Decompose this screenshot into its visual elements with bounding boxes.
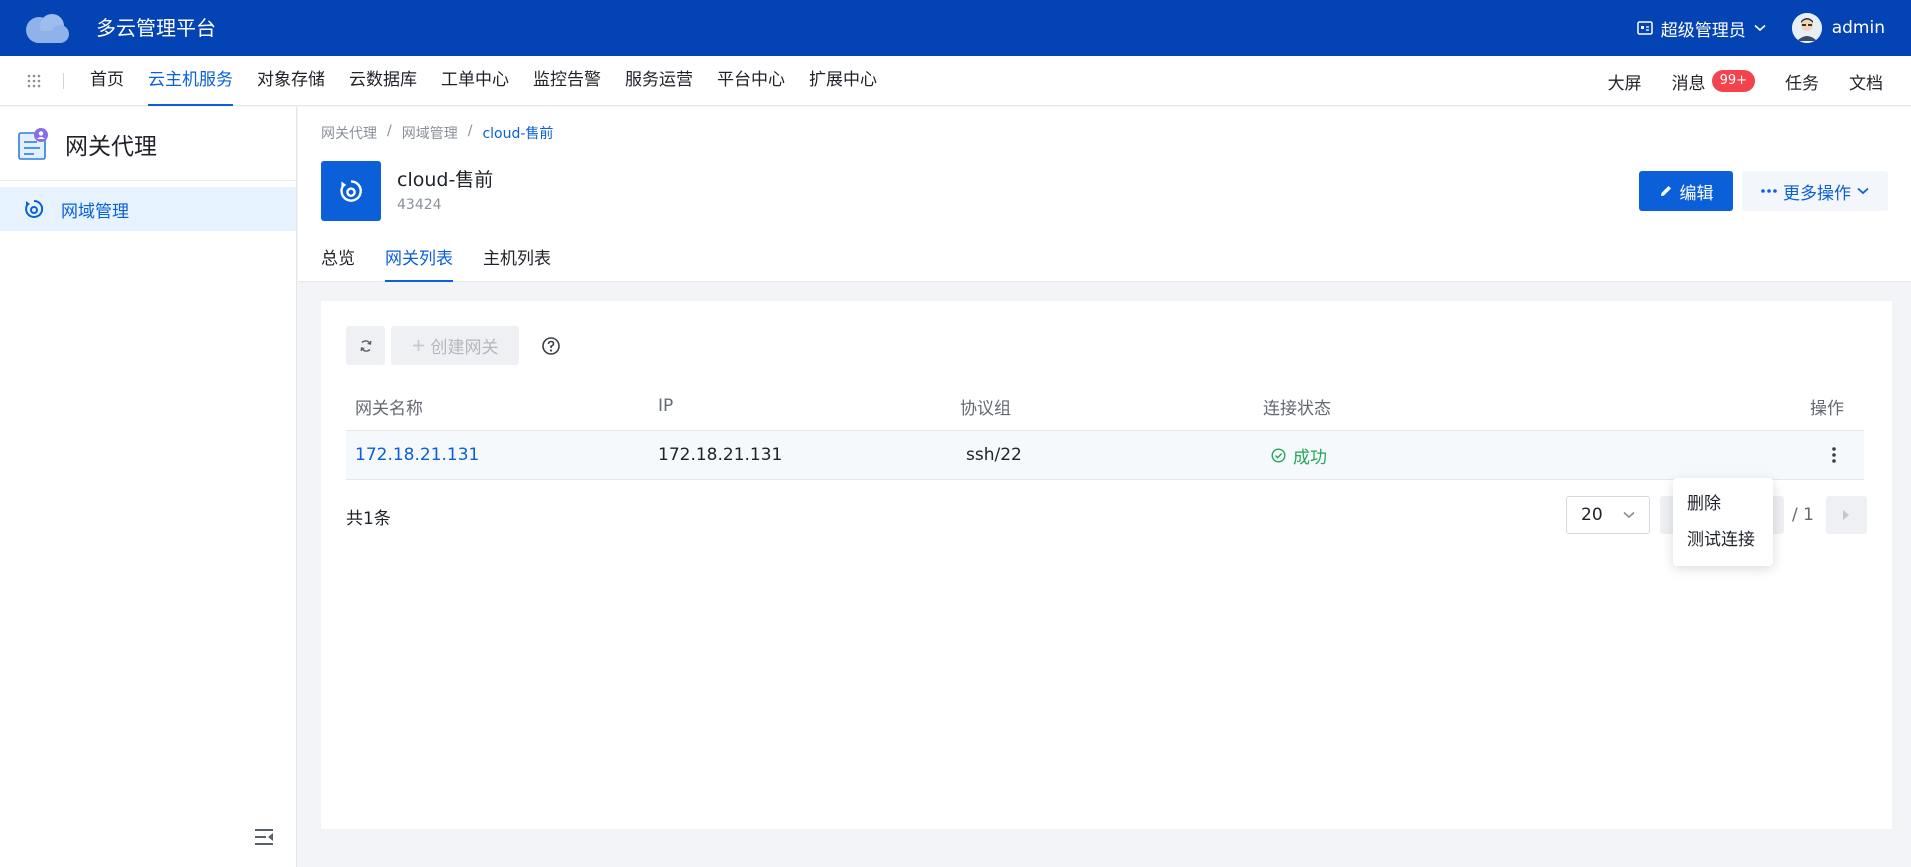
page-total: / 1 [1792, 505, 1814, 525]
resource-name: cloud-售前 [397, 169, 494, 191]
gateway-protocol: ssh/22 [966, 445, 1022, 465]
breadcrumb-domain-management[interactable]: 网域管理 [402, 123, 458, 143]
nav-link-messages[interactable]: 消息 99+ [1672, 69, 1755, 94]
messages-label: 消息 [1671, 73, 1706, 94]
toolbar: 创建网关 [346, 326, 561, 365]
more-actions-label: 更多操作 [1783, 183, 1851, 204]
tab-gateway-list[interactable]: 网关列表 [385, 248, 453, 282]
edit-button[interactable]: 编辑 [1639, 171, 1733, 211]
chevron-down-icon [1857, 187, 1869, 195]
id-card-icon [1636, 21, 1653, 35]
user-menu[interactable]: admin [1791, 13, 1885, 43]
table-header: 网关名称 IP 协议组 连接状态 操作 [346, 382, 1864, 431]
nav-link-tasks[interactable]: 任务 [1785, 69, 1819, 94]
page-size-value: 20 [1581, 505, 1603, 525]
nav-item-ticket-center[interactable]: 工单中心 [429, 56, 521, 106]
sidebar-header: 网关代理 [0, 107, 296, 181]
sidebar-item-domain-management[interactable]: 网域管理 [0, 187, 296, 231]
status-text: 成功 [1293, 447, 1327, 468]
top-bar: 多云管理平台 超级管理员 admin [0, 0, 1911, 56]
avatar [1791, 13, 1822, 43]
nav-item-object-storage[interactable]: 对象存储 [245, 56, 337, 106]
check-circle-icon [1271, 447, 1286, 463]
status-badge: 成功 [1271, 443, 1704, 468]
nav-item-home[interactable]: 首页 [78, 56, 136, 106]
tab-bar: 总览 网关列表 主机列表 [321, 248, 551, 282]
nav-item-cloud-host[interactable]: 云主机服务 [136, 56, 245, 106]
breadcrumb-separator: / [387, 123, 392, 139]
refresh-icon [360, 339, 371, 352]
gateway-name-link[interactable]: 172.18.21.131 [355, 445, 479, 465]
main-nav: 首页 云主机服务 对象存储 云数据库 工单中心 监控告警 服务运营 平台中心 扩… [0, 56, 1911, 106]
sidebar: 网关代理 网域管理 [0, 107, 297, 867]
role-label: 超级管理员 [1660, 20, 1746, 41]
nav-item-service-ops[interactable]: 服务运营 [613, 56, 705, 106]
refresh-button[interactable] [346, 326, 385, 365]
domain-rotate-icon [25, 199, 44, 218]
more-dots-icon [1761, 189, 1777, 193]
table-row: 172.18.21.131 172.18.21.131 ssh/22 成功 [346, 431, 1864, 480]
gateway-proxy-icon [18, 127, 48, 160]
sidebar-item-label: 网域管理 [61, 201, 129, 222]
cloud-logo-icon[interactable] [22, 9, 72, 47]
gateway-table: 网关名称 IP 协议组 连接状态 操作 172.18.21.131 172.18… [346, 382, 1864, 480]
tab-host-list[interactable]: 主机列表 [483, 248, 551, 282]
sidebar-title: 网关代理 [65, 133, 157, 160]
edit-label: 编辑 [1679, 183, 1714, 204]
more-actions-button[interactable]: 更多操作 [1742, 171, 1888, 211]
row-actions-kebab-icon[interactable] [1824, 444, 1844, 466]
next-page-button[interactable] [1825, 496, 1867, 534]
gateway-ip: 172.18.21.131 [658, 445, 783, 465]
nav-link-docs[interactable]: 文档 [1849, 69, 1883, 94]
chevron-down-icon [1623, 511, 1635, 519]
total-count: 共1条 [346, 509, 391, 529]
help-icon[interactable] [541, 336, 561, 356]
create-gateway-label: 创建网关 [430, 338, 499, 358]
role-switcher[interactable]: 超级管理员 [1636, 16, 1766, 41]
create-gateway-button[interactable]: 创建网关 [391, 326, 519, 365]
menu-item-delete[interactable]: 删除 [1673, 486, 1773, 522]
app-title: 多云管理平台 [96, 16, 216, 40]
breadcrumb-separator: / [467, 123, 473, 139]
user-avatar-icon [1791, 13, 1822, 43]
collapse-sidebar-icon[interactable] [253, 827, 275, 847]
gateway-list-card: 创建网关 网关名称 IP 协议组 连接状态 操作 172.18.21.131 1… [321, 301, 1892, 829]
column-header-name: 网关名称 [355, 398, 423, 419]
breadcrumb: 网关代理 / 网域管理 / cloud-售前 [321, 123, 553, 143]
column-header-actions: 操作 [1810, 398, 1844, 419]
page-header: 网关代理 / 网域管理 / cloud-售前 cloud-售前 43424 编辑… [298, 107, 1911, 282]
user-name: admin [1831, 18, 1885, 38]
tab-overview[interactable]: 总览 [321, 248, 355, 282]
resource-icon [321, 161, 381, 221]
domain-rotate-icon [340, 180, 362, 202]
plus-icon [412, 340, 424, 351]
column-header-protocol: 协议组 [960, 398, 1011, 419]
messages-badge: 99+ [1711, 70, 1755, 92]
nav-item-platform-center[interactable]: 平台中心 [705, 56, 797, 106]
breadcrumb-current: cloud-售前 [482, 126, 554, 142]
nav-divider [63, 73, 64, 89]
page-size-select[interactable]: 20 [1566, 496, 1650, 534]
column-header-status: 连接状态 [1263, 398, 1331, 419]
resource-id: 43424 [397, 197, 442, 213]
app-grid-icon[interactable] [26, 73, 42, 89]
chevron-down-icon [1754, 24, 1766, 32]
nav-item-extension-center[interactable]: 扩展中心 [797, 56, 889, 106]
pencil-icon [1660, 186, 1671, 196]
nav-item-cloud-database[interactable]: 云数据库 [337, 56, 429, 106]
nav-item-monitoring[interactable]: 监控告警 [521, 56, 613, 106]
column-header-ip: IP [658, 396, 674, 416]
chevron-right-icon [1843, 510, 1850, 520]
nav-link-screen[interactable]: 大屏 [1608, 69, 1642, 94]
row-actions-menu: 删除 测试连接 [1673, 478, 1773, 566]
menu-item-test-connection[interactable]: 测试连接 [1673, 522, 1773, 558]
breadcrumb-gateway-proxy[interactable]: 网关代理 [321, 123, 377, 143]
